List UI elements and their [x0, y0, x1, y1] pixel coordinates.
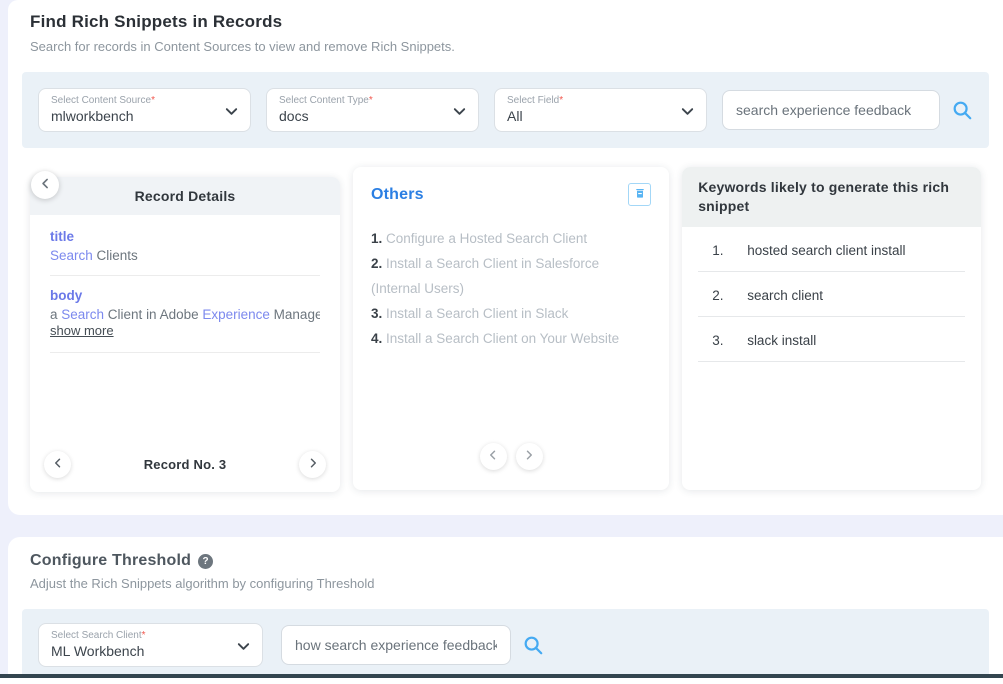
search-client-select[interactable]: Select Search Client* ML Workbench — [38, 623, 263, 667]
list-item[interactable]: 4. Install a Search Client on Your Websi… — [371, 327, 651, 352]
content-type-value: docs — [279, 108, 444, 124]
required-asterisk: * — [369, 95, 373, 106]
content-source-select[interactable]: Select Content Source* mlworkbench — [38, 88, 251, 132]
others-pagination — [371, 443, 651, 476]
record-pagination: Record No. 3 — [30, 451, 340, 492]
chevron-down-icon — [224, 104, 239, 119]
list-item[interactable]: 3. Install a Search Client in Slack — [371, 302, 651, 327]
field-label-body: body — [50, 288, 320, 303]
back-button[interactable] — [31, 171, 59, 199]
content-source-value: mlworkbench — [51, 108, 216, 124]
footer-spacer — [0, 678, 1003, 684]
record-search-input[interactable] — [722, 90, 940, 130]
required-asterisk: * — [151, 95, 155, 106]
help-icon[interactable]: ? — [198, 554, 213, 569]
chevron-left-icon — [52, 457, 64, 472]
list-item[interactable]: 1. Configure a Hosted Search Client — [371, 227, 651, 252]
content-type-label: Select Content Type* — [279, 95, 444, 106]
keyword-row: 1.hosted search client install — [698, 227, 965, 272]
chevron-down-icon — [452, 104, 467, 119]
next-record-button[interactable] — [299, 451, 326, 478]
record-details-card: Record Details title Search Clients body… — [30, 177, 340, 492]
field-label-title: title — [50, 229, 320, 244]
others-prev-button[interactable] — [480, 443, 507, 470]
chevron-right-icon — [307, 457, 319, 472]
chevron-left-icon — [487, 449, 499, 464]
search-client-label: Select Search Client* — [51, 630, 228, 641]
threshold-search-input[interactable] — [281, 625, 511, 665]
trash-icon — [634, 187, 646, 202]
keyword-row: 3.slack install — [698, 317, 965, 362]
configure-threshold-title: Configure Threshold ? — [30, 552, 989, 570]
field-select[interactable]: Select Field* All — [494, 88, 707, 132]
list-item[interactable]: 2. Install a Search Client in Salesforce… — [371, 252, 651, 302]
keyword-row: 2.search client — [698, 272, 965, 317]
others-header: Others — [371, 183, 651, 206]
field-select-value: All — [507, 108, 672, 124]
search-icon[interactable] — [951, 99, 973, 121]
keywords-list: 1.hosted search client install 2.search … — [682, 227, 981, 362]
chevron-left-icon — [39, 177, 52, 193]
page-title: Find Rich Snippets in Records — [30, 12, 989, 32]
others-title: Others — [371, 186, 424, 204]
field-value-body: a Search Client in Adobe Experience Mana… — [50, 307, 320, 322]
results-cards-row: Record Details title Search Clients body… — [22, 167, 989, 492]
record-filter-bar: Select Content Source* mlworkbench Selec… — [22, 72, 989, 148]
record-details-body: title Search Clients body a Search Clien… — [30, 215, 340, 451]
search-icon[interactable] — [522, 634, 544, 656]
field-select-label: Select Field* — [507, 95, 672, 106]
previous-record-button[interactable] — [44, 451, 71, 478]
keywords-title: Keywords likely to generate this rich sn… — [682, 167, 981, 227]
delete-button[interactable] — [628, 183, 651, 206]
configure-threshold-subtitle: Adjust the Rich Snippets algorithm by co… — [30, 576, 989, 591]
threshold-filter-bar: Select Search Client* ML Workbench — [22, 609, 989, 674]
chevron-down-icon — [236, 639, 251, 654]
search-client-value: ML Workbench — [51, 643, 228, 659]
required-asterisk: * — [559, 95, 563, 106]
page-subtitle: Search for records in Content Sources to… — [30, 39, 989, 54]
divider — [50, 275, 320, 276]
record-details-title: Record Details — [30, 177, 340, 215]
keywords-card: Keywords likely to generate this rich sn… — [682, 167, 981, 490]
required-asterisk: * — [142, 630, 146, 641]
record-number-label: Record No. 3 — [144, 457, 227, 472]
chevron-right-icon — [523, 449, 535, 464]
chevron-down-icon — [680, 104, 695, 119]
others-list: 1. Configure a Hosted Search Client 2. I… — [371, 227, 651, 352]
configure-threshold-section: Configure Threshold ? Adjust the Rich Sn… — [8, 537, 1003, 674]
divider — [50, 352, 320, 353]
show-more-link[interactable]: show more — [50, 323, 114, 338]
content-type-select[interactable]: Select Content Type* docs — [266, 88, 479, 132]
find-rich-snippets-section: Find Rich Snippets in Records Search for… — [8, 0, 1003, 515]
field-value-title: Search Clients — [50, 248, 320, 263]
threshold-search-group — [281, 625, 544, 665]
others-card: Others 1. Configure a Hosted Search Clie… — [353, 167, 669, 490]
record-search-group — [722, 90, 973, 130]
others-next-button[interactable] — [516, 443, 543, 470]
content-source-label: Select Content Source* — [51, 95, 216, 106]
